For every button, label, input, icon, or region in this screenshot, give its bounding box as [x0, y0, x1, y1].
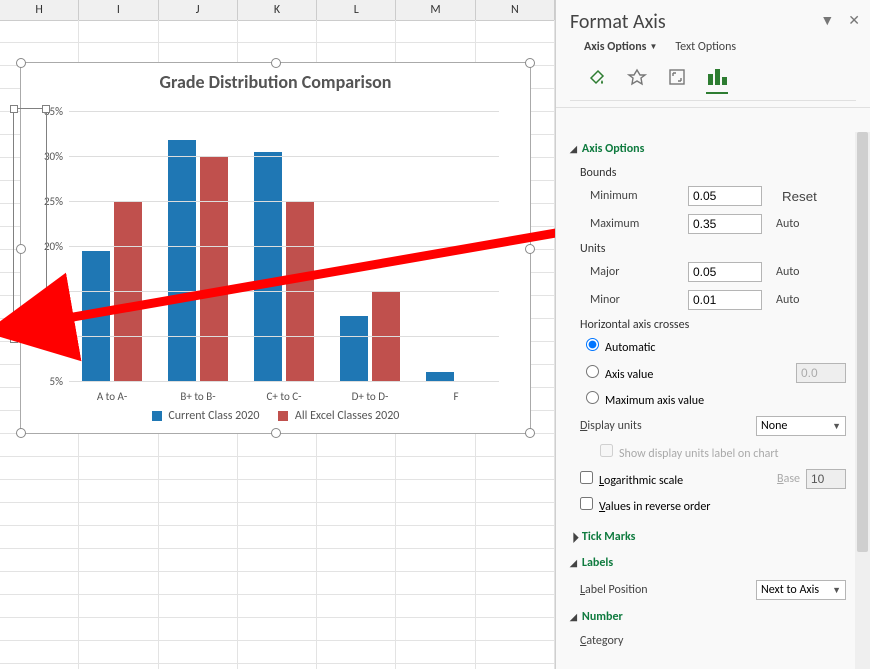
- bar[interactable]: [168, 140, 196, 381]
- bar[interactable]: [82, 251, 110, 382]
- axis-value-input: [796, 363, 846, 383]
- tab-axis-options[interactable]: Axis Options▼: [584, 40, 657, 54]
- fill-icon[interactable]: [586, 66, 608, 88]
- maximum-label: Maximum: [590, 217, 680, 231]
- x-category-label: D+ to D-: [327, 390, 413, 403]
- category-label: Category: [580, 634, 670, 648]
- major-input[interactable]: [688, 262, 762, 282]
- radio-axis-value[interactable]: Axis value: [586, 365, 653, 382]
- legend-swatch-icon: [278, 411, 288, 421]
- bar[interactable]: [200, 156, 228, 381]
- maximum-input[interactable]: [688, 214, 762, 234]
- units-header: Units: [556, 238, 870, 258]
- col-header[interactable]: H: [0, 0, 79, 20]
- legend-label: Current Class 2020: [168, 409, 259, 423]
- pane-menu-icon[interactable]: ▼: [820, 12, 834, 29]
- section-tick-marks[interactable]: ◢Tick Marks: [556, 524, 870, 550]
- format-axis-pane: Format Axis ▼ ✕ Axis Options▼ Text Optio…: [555, 0, 870, 669]
- pane-scrollbar[interactable]: [855, 132, 870, 669]
- auto-label: Auto: [776, 217, 820, 231]
- section-axis-options[interactable]: ◢Axis Options: [556, 136, 870, 162]
- plot-area[interactable]: A to A-B+ to B-C+ to C-D+ to D-F 35%30%2…: [69, 111, 499, 381]
- show-display-units-checkbox: Show display units label on chart: [600, 444, 779, 461]
- x-category-label: B+ to B-: [155, 390, 241, 403]
- auto-label: Auto: [776, 293, 820, 307]
- size-properties-icon[interactable]: [666, 66, 688, 88]
- reverse-values-checkbox[interactable]: Values in reverse order: [580, 497, 710, 514]
- col-header[interactable]: N: [476, 0, 555, 20]
- x-category-label: F: [413, 390, 499, 403]
- major-label: Major: [590, 265, 680, 279]
- horizontal-axis-crosses-header: Horizontal axis crosses: [556, 314, 870, 334]
- col-header[interactable]: J: [159, 0, 238, 20]
- col-header[interactable]: K: [238, 0, 317, 20]
- chart-legend[interactable]: Current Class 2020 All Excel Classes 202…: [21, 409, 530, 423]
- base-label: Base: [777, 472, 800, 486]
- embedded-chart[interactable]: Grade Distribution Comparison A to A-B+ …: [20, 62, 531, 434]
- bar[interactable]: [254, 152, 282, 382]
- log-scale-checkbox[interactable]: Logarithmic scale: [580, 471, 683, 488]
- section-labels[interactable]: ◢Labels: [556, 550, 870, 576]
- close-icon[interactable]: ✕: [848, 12, 860, 29]
- bar[interactable]: [426, 372, 454, 381]
- chart-title[interactable]: Grade Distribution Comparison: [21, 71, 530, 93]
- tab-text-options[interactable]: Text Options: [675, 40, 736, 54]
- minimum-input[interactable]: [688, 186, 762, 206]
- bar[interactable]: [340, 316, 368, 381]
- pane-title: Format Axis: [570, 10, 856, 34]
- auto-label: Auto: [776, 265, 820, 279]
- col-header[interactable]: I: [79, 0, 158, 20]
- section-number[interactable]: ◢Number: [556, 604, 870, 630]
- minor-input[interactable]: [688, 290, 762, 310]
- vertical-axis-selected[interactable]: [13, 108, 47, 340]
- display-units-combo[interactable]: None▼: [756, 416, 846, 436]
- axis-options-icon[interactable]: [706, 66, 728, 94]
- y-tick-label: 5%: [29, 375, 63, 388]
- x-category-label: C+ to C-: [241, 390, 327, 403]
- radio-automatic[interactable]: Automatic: [586, 338, 655, 355]
- radio-max-axis-value[interactable]: Maximum axis value: [586, 391, 704, 408]
- col-header[interactable]: L: [317, 0, 396, 20]
- spreadsheet-column-headers: H I J K L M N: [0, 0, 555, 21]
- log-base-input: [806, 469, 846, 489]
- legend-label: All Excel Classes 2020: [295, 409, 399, 423]
- minimum-label: Minimum: [590, 189, 680, 203]
- x-category-label: A to A-: [69, 390, 155, 403]
- reset-button[interactable]: Reset: [776, 188, 820, 205]
- effects-icon[interactable]: [626, 66, 648, 88]
- bounds-header: Bounds: [556, 162, 870, 182]
- display-units-label: Display units: [580, 419, 642, 433]
- col-header[interactable]: M: [396, 0, 475, 20]
- legend-swatch-icon: [152, 411, 162, 421]
- label-position-label: Label Position: [580, 583, 648, 597]
- minor-label: Minor: [590, 293, 680, 307]
- label-position-combo[interactable]: Next to Axis▼: [756, 580, 846, 600]
